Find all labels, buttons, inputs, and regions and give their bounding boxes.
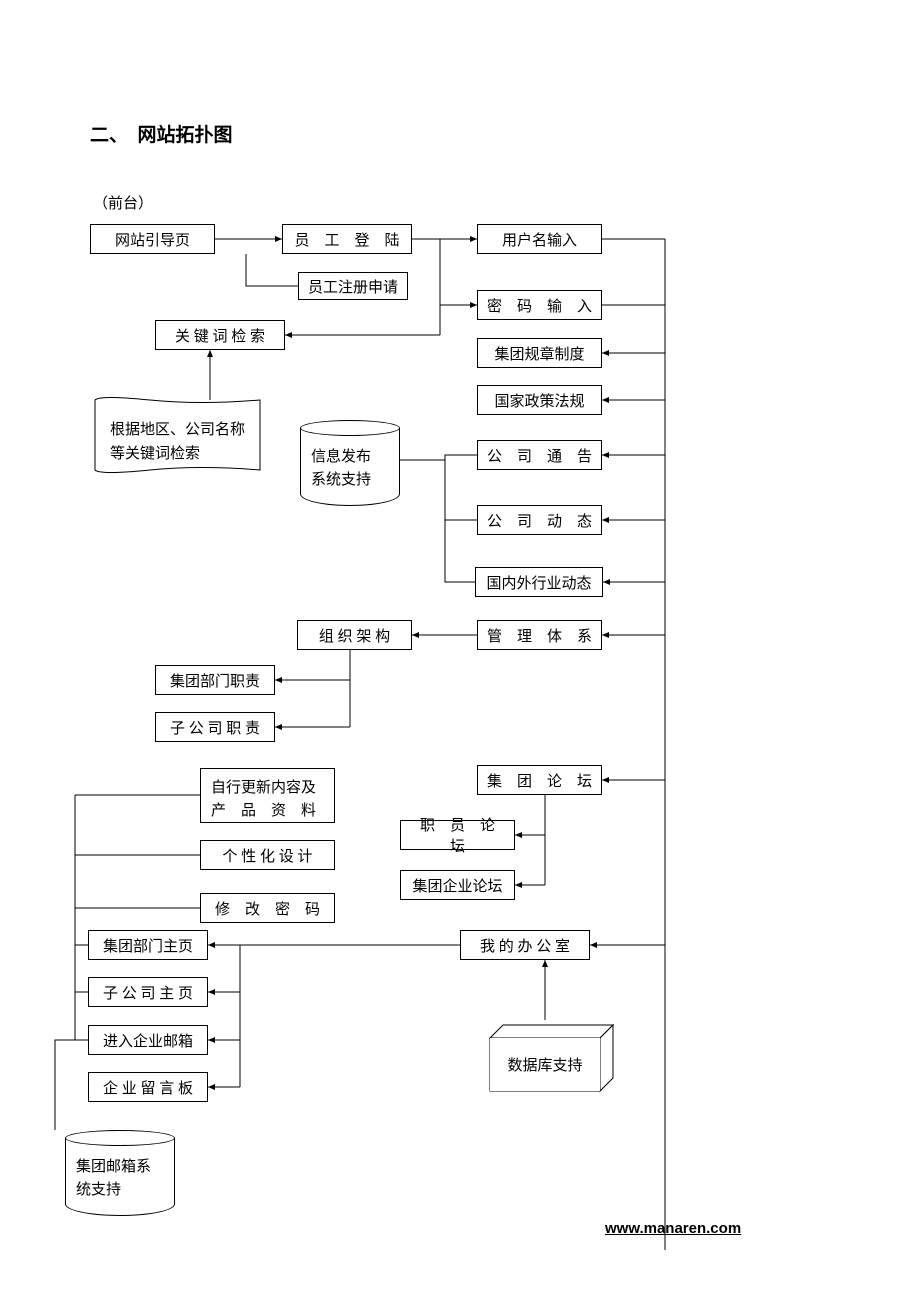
box-forum: 集 团 论 坛 bbox=[477, 765, 602, 795]
mail-sys-l1: 集团邮箱系 bbox=[76, 1159, 151, 1175]
page-title: 二、 网站拓扑图 bbox=[90, 120, 233, 147]
box-emp-login: 员 工 登 陆 bbox=[282, 224, 412, 254]
mail-sys-l2: 统支持 bbox=[76, 1182, 121, 1198]
box-rules: 集团规章制度 bbox=[477, 338, 602, 368]
footer-link: www.manaren.com bbox=[605, 1220, 741, 1237]
box-corp-forum: 集团企业论坛 bbox=[400, 870, 515, 900]
box-password: 密 码 输 入 bbox=[477, 290, 602, 320]
box-org: 组 织 架 构 bbox=[297, 620, 412, 650]
box-emp-register: 员工注册申请 bbox=[298, 272, 408, 300]
subtitle: （前台） bbox=[93, 192, 153, 213]
cube-label: 数据库支持 bbox=[507, 1054, 582, 1075]
cube-database: 数据库支持 bbox=[490, 1035, 605, 1095]
box-changepw: 修 改 密 码 bbox=[200, 893, 335, 923]
self-update-l2: 产 品 资 料 bbox=[211, 803, 316, 819]
info-sys-l1: 信息发布 bbox=[311, 449, 371, 465]
box-staff-forum: 职 员 论 坛 bbox=[400, 820, 515, 850]
cylinder-mail-sys: 集团邮箱系 统支持 bbox=[65, 1138, 175, 1216]
cylinder-info-sys: 信息发布 系统支持 bbox=[300, 428, 400, 506]
box-sub-home: 子 公 司 主 页 bbox=[88, 977, 208, 1007]
box-username: 用户名输入 bbox=[477, 224, 602, 254]
box-office: 我 的 办 公 室 bbox=[460, 930, 590, 960]
box-dept-home: 集团部门主页 bbox=[88, 930, 208, 960]
box-dept-duty: 集团部门职责 bbox=[155, 665, 275, 695]
box-mailbox: 进入企业邮箱 bbox=[88, 1025, 208, 1055]
box-msgboard: 企 业 留 言 板 bbox=[88, 1072, 208, 1102]
box-announce: 公 司 通 告 bbox=[477, 440, 602, 470]
box-policy: 国家政策法规 bbox=[477, 385, 602, 415]
scroll-note: 根据地区、公司名称 等关键词检索 bbox=[110, 418, 245, 466]
box-sub-duty: 子 公 司 职 责 bbox=[155, 712, 275, 742]
box-guide: 网站引导页 bbox=[90, 224, 215, 254]
box-industry: 国内外行业动态 bbox=[475, 567, 603, 597]
info-sys-l2: 系统支持 bbox=[311, 472, 371, 488]
scroll-l2: 等关键词检索 bbox=[110, 446, 200, 462]
box-custom: 个 性 化 设 计 bbox=[200, 840, 335, 870]
box-news: 公 司 动 态 bbox=[477, 505, 602, 535]
box-self-update: 自行更新内容及 产 品 资 料 bbox=[200, 768, 335, 823]
box-mgmt: 管 理 体 系 bbox=[477, 620, 602, 650]
self-update-l1: 自行更新内容及 bbox=[211, 780, 316, 796]
scroll-l1: 根据地区、公司名称 bbox=[110, 422, 245, 438]
box-keyword: 关 键 词 检 索 bbox=[155, 320, 285, 350]
